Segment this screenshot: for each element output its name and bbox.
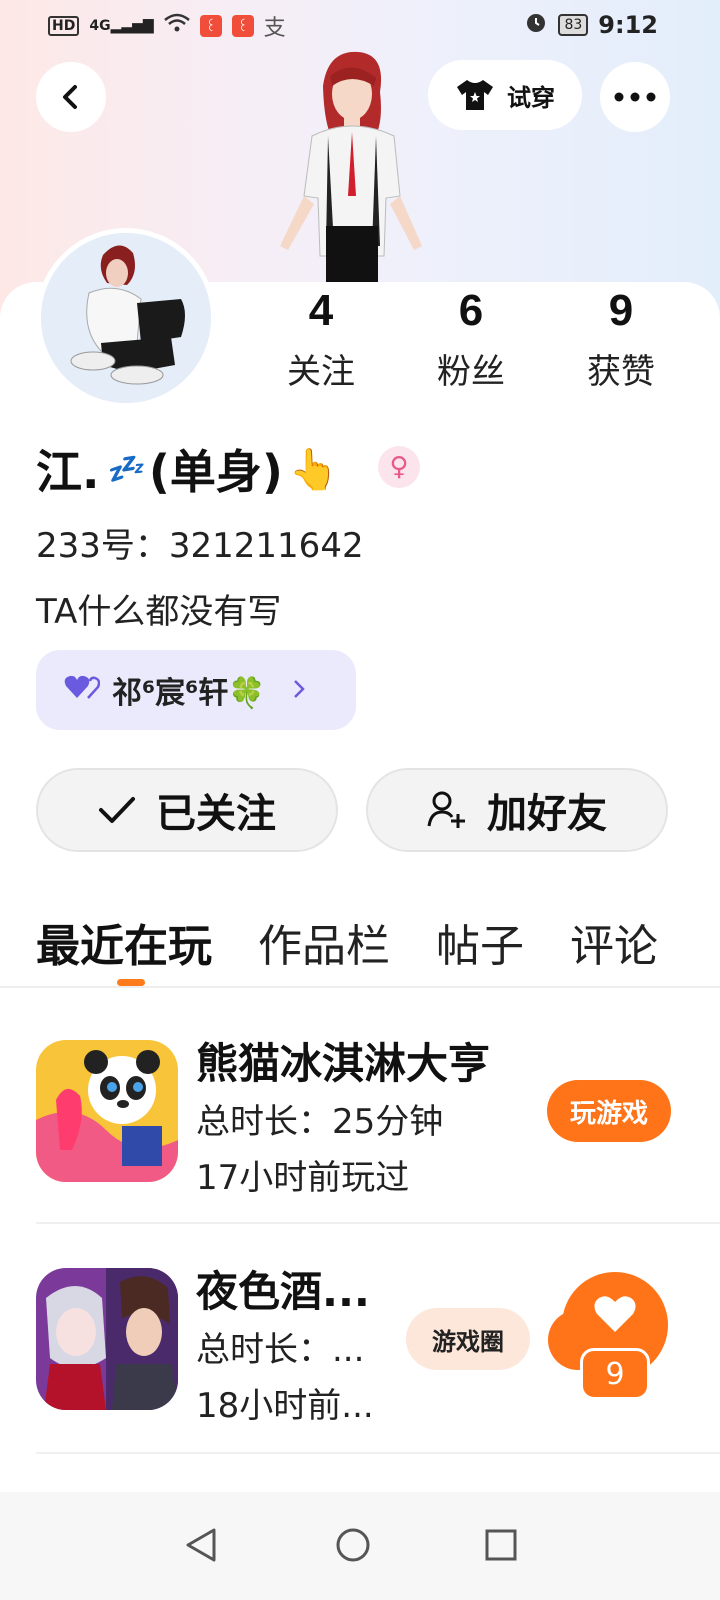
try-on-button[interactable]: 试穿 bbox=[428, 60, 582, 130]
double-heart-icon bbox=[64, 673, 101, 708]
sleep-emoji: 💤 bbox=[105, 451, 143, 487]
game-icon-night-bar[interactable] bbox=[36, 1268, 178, 1410]
followers-count: 6 bbox=[458, 286, 484, 335]
following-count: 4 bbox=[308, 286, 334, 335]
followed-label: 已关注 bbox=[156, 791, 276, 837]
tabs-divider bbox=[0, 986, 720, 988]
user-bio: TA什么都没有写 bbox=[36, 592, 282, 632]
play-game-button[interactable]: 玩游戏 bbox=[547, 1080, 671, 1142]
app-notification-icon: ꒰ bbox=[199, 15, 222, 37]
tab-comments[interactable]: 评论 bbox=[570, 910, 658, 974]
tab-recently-played[interactable]: 最近在玩 bbox=[36, 910, 212, 974]
likes-stat[interactable]: 9 获赞 bbox=[546, 286, 696, 393]
wifi-icon bbox=[163, 13, 190, 39]
following-label: 关注 bbox=[287, 352, 355, 392]
heart-icon bbox=[594, 1296, 636, 1332]
following-stat[interactable]: 4 关注 bbox=[246, 286, 396, 393]
avatar[interactable] bbox=[36, 228, 216, 408]
network-type: 4G bbox=[89, 18, 111, 34]
active-tab-indicator bbox=[117, 979, 145, 986]
app-notification-icon: ꒰ bbox=[231, 15, 254, 37]
game-last-played: 17小时前玩过 bbox=[196, 1158, 410, 1198]
try-on-label: 试穿 bbox=[507, 83, 555, 112]
followers-label: 粉丝 bbox=[437, 352, 505, 392]
likes-count: 9 bbox=[608, 286, 634, 335]
more-options-button[interactable] bbox=[600, 62, 670, 132]
chevron-right-icon bbox=[292, 673, 306, 708]
avatar-3d-character[interactable] bbox=[268, 46, 438, 282]
square-recents-icon bbox=[485, 1529, 517, 1561]
row-divider bbox=[36, 1222, 720, 1224]
back-button[interactable] bbox=[36, 62, 106, 132]
hd-icon: HD bbox=[48, 16, 80, 36]
add-friend-label: 加好友 bbox=[487, 791, 607, 837]
followers-stat[interactable]: 6 粉丝 bbox=[396, 286, 546, 393]
add-friend-button[interactable]: 加好友 bbox=[366, 768, 668, 852]
relationship-name: 祁⁶宸⁶轩🍀 bbox=[112, 676, 266, 711]
checkmark-icon bbox=[99, 797, 135, 823]
likes-label: 获赞 bbox=[587, 352, 655, 392]
chevron-left-icon bbox=[63, 85, 77, 109]
pointing-up-emoji: 👆 bbox=[288, 446, 339, 493]
status-bar: HD 4G▂▃▅▇ ꒰ ꒰ 支 83 9:12 bbox=[0, 0, 720, 48]
user-id[interactable]: 233号：321211642 bbox=[36, 518, 364, 567]
nickname-part1: 江. bbox=[36, 445, 100, 499]
game-last-played: 18小时前... bbox=[196, 1386, 374, 1426]
signal-icon: 4G▂▃▅▇ bbox=[89, 18, 154, 34]
tab-posts[interactable]: 帖子 bbox=[436, 910, 524, 974]
like-count: 9 bbox=[580, 1348, 650, 1400]
profile-tabs: 最近在玩 作品栏 帖子 评论 bbox=[36, 910, 658, 974]
gender-female-icon: ♀ bbox=[378, 446, 420, 488]
row-divider bbox=[36, 1452, 720, 1454]
add-user-icon bbox=[427, 791, 465, 828]
relationship-badge[interactable]: 祁⁶宸⁶轩🍀 bbox=[36, 650, 356, 730]
triangle-back-icon bbox=[186, 1528, 216, 1562]
nickname: 江. 💤 (单身) 👆 bbox=[36, 436, 339, 502]
circle-home-icon bbox=[336, 1528, 370, 1562]
status-time: 9:12 bbox=[598, 11, 658, 39]
game-circle-button[interactable]: 游戏圈 bbox=[406, 1308, 530, 1370]
more-icon bbox=[614, 92, 656, 102]
nav-back-button[interactable] bbox=[166, 1510, 236, 1580]
game-title[interactable]: 夜色酒... bbox=[196, 1258, 370, 1319]
tshirt-icon bbox=[457, 80, 493, 110]
followed-button[interactable]: 已关注 bbox=[36, 768, 338, 852]
nickname-part2: (单身) bbox=[148, 445, 283, 499]
tab-works[interactable]: 作品栏 bbox=[258, 910, 390, 974]
game-title[interactable]: 熊猫冰淇淋大亨 bbox=[196, 1030, 490, 1091]
game-duration: 总时长：... bbox=[196, 1330, 365, 1370]
alarm-icon bbox=[524, 10, 548, 40]
nav-home-button[interactable] bbox=[318, 1510, 388, 1580]
nav-recents-button[interactable] bbox=[466, 1510, 536, 1580]
battery-icon: 83 bbox=[558, 14, 589, 36]
alipay-icon: 支 bbox=[263, 16, 286, 41]
game-icon-panda[interactable] bbox=[36, 1040, 178, 1182]
game-duration: 总时长：25分钟 bbox=[196, 1102, 444, 1142]
